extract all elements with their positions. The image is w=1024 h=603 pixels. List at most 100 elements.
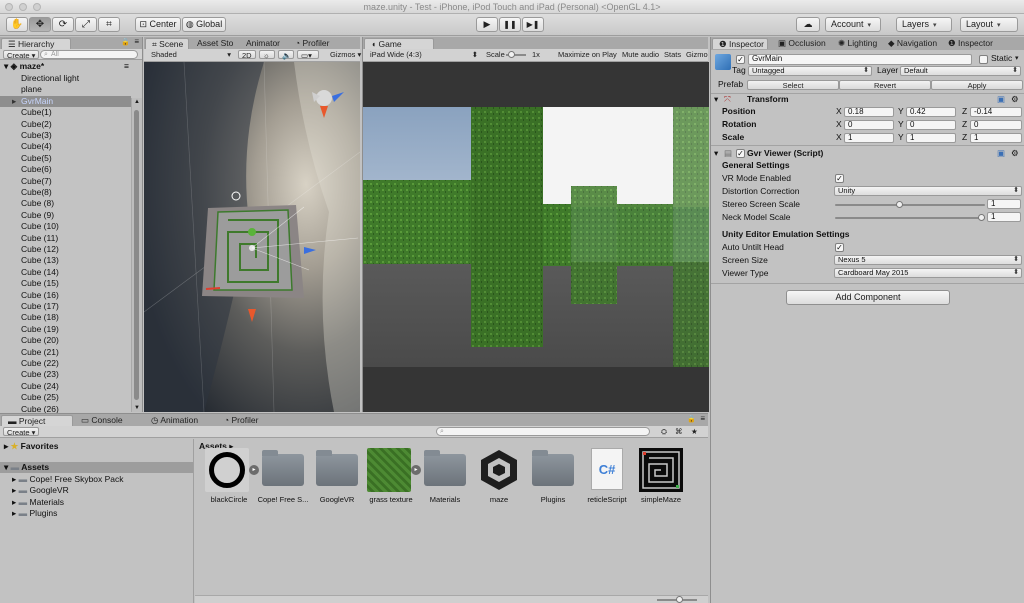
hierarchy-item[interactable]: Cube (18): [0, 312, 131, 323]
shading-mode-dropdown[interactable]: Shaded ▾: [148, 50, 232, 59]
tab-profiler[interactable]: ◔ Profiler: [289, 38, 335, 49]
tab-lighting[interactable]: ✺ Lighting: [832, 38, 883, 49]
hierarchy-item[interactable]: Cube (20): [0, 335, 131, 346]
layers-dropdown[interactable]: Layers ▾: [896, 17, 952, 32]
zoom-window-button[interactable]: [33, 3, 41, 11]
hierarchy-item[interactable]: Cube (10): [0, 221, 131, 232]
game-viewport[interactable]: [363, 62, 709, 412]
hierarchy-item[interactable]: Cube (19): [0, 324, 131, 335]
tree-folder-item[interactable]: ▸ ▬ Plugins: [12, 508, 57, 519]
chevron-down-icon[interactable]: ▾: [1015, 54, 1019, 62]
scale-slider-knob[interactable]: [508, 51, 515, 58]
2d-mode-toggle[interactable]: 2D: [238, 50, 256, 60]
gear-icon[interactable]: ⚙: [1011, 94, 1019, 105]
tree-folder-item[interactable]: ▸ ▬ GoogleVR: [12, 485, 69, 496]
tree-folder-item[interactable]: ▸ ▬ Cope! Free Skybox Pack: [12, 474, 124, 485]
position-z-field[interactable]: -0.14: [970, 107, 1022, 117]
layout-dropdown[interactable]: Layout ▾: [960, 17, 1018, 32]
scale-x-field[interactable]: 1: [844, 133, 894, 143]
prefab-apply-button[interactable]: Apply: [931, 80, 1023, 90]
hierarchy-item[interactable]: Cube (13): [0, 255, 131, 266]
hierarchy-item[interactable]: Cube (22): [0, 358, 131, 369]
pivot-center-toggle[interactable]: ⊡ Center: [135, 17, 181, 32]
hierarchy-item[interactable]: Cube (12): [0, 244, 131, 255]
neck-scale-slider[interactable]: [835, 217, 985, 219]
object-name-field[interactable]: GvrMain: [748, 54, 972, 65]
distortion-dropdown[interactable]: Unity: [834, 186, 1022, 196]
position-x-field[interactable]: 0.18: [844, 107, 894, 117]
scale-y-field[interactable]: 1: [906, 133, 956, 143]
close-window-button[interactable]: [5, 3, 13, 11]
favorites-row[interactable]: ▸ ★ Favorites: [4, 441, 58, 452]
position-y-field[interactable]: 0.42: [906, 107, 956, 117]
stereo-scale-slider[interactable]: [835, 204, 985, 206]
filter-by-label-icon[interactable]: ⌘: [672, 427, 686, 436]
stats-toggle[interactable]: Stats: [661, 50, 684, 59]
scroll-down-icon[interactable]: ▼: [134, 405, 140, 411]
panel-menu-icon[interactable]: ≡: [700, 414, 705, 423]
rotation-z-field[interactable]: 0: [970, 120, 1022, 130]
gvr-viewer-enabled-checkbox[interactable]: ✓: [736, 149, 745, 158]
hierarchy-item[interactable]: Cube (16): [0, 290, 131, 301]
hierarchy-item[interactable]: Cube(6): [0, 164, 131, 175]
hierarchy-item[interactable]: Cube(4): [0, 141, 131, 152]
neck-scale-slider-knob[interactable]: [978, 214, 985, 221]
hierarchy-item[interactable]: Cube(3): [0, 130, 131, 141]
hierarchy-item[interactable]: Cube (15): [0, 278, 131, 289]
asset-item[interactable]: ▸ grass texture: [365, 448, 421, 506]
tab-occlusion[interactable]: ▣ Occlusion: [772, 38, 832, 49]
hierarchy-item[interactable]: Cube (23): [0, 369, 131, 380]
hierarchy-item[interactable]: Cube (8): [0, 198, 131, 209]
viewer-type-dropdown[interactable]: Cardboard May 2015: [834, 268, 1022, 278]
hierarchy-create-button[interactable]: Create ▾: [3, 50, 40, 60]
hierarchy-item[interactable]: Cube (24): [0, 381, 131, 392]
tab-inspector[interactable]: ❶ Inspector: [712, 38, 768, 49]
hierarchy-item[interactable]: Cube (17): [0, 301, 131, 312]
tab-hierarchy[interactable]: ☰ Hierarchy: [1, 38, 71, 49]
rotation-y-field[interactable]: 0: [906, 120, 956, 130]
favorite-star-icon[interactable]: ★: [688, 427, 701, 436]
hierarchy-item[interactable]: Cube(7): [0, 176, 131, 187]
tab-scene[interactable]: ⌗ Scene: [145, 38, 189, 49]
hierarchy-item[interactable]: Cube (14): [0, 267, 131, 278]
asset-item[interactable]: Cope! Free S...: [257, 448, 309, 506]
icon-size-slider-knob[interactable]: [676, 596, 683, 603]
help-book-icon[interactable]: ▣: [997, 94, 1005, 105]
asset-item[interactable]: simpleMaze: [635, 448, 687, 506]
collapse-arrow-icon[interactable]: ▾: [714, 94, 718, 105]
lock-icon[interactable]: 🔒: [687, 415, 696, 423]
pivot-global-toggle[interactable]: ◍ Global: [182, 17, 226, 32]
tree-folder-item[interactable]: ▸ ▬ Materials: [12, 497, 64, 508]
assets-row[interactable]: ▾ ▬ Assets: [0, 462, 193, 473]
rect-tool-icon[interactable]: ⌗: [98, 17, 120, 32]
static-checkbox[interactable]: [979, 55, 988, 64]
move-tool-icon[interactable]: ✥: [29, 17, 51, 32]
play-button[interactable]: ▶: [476, 17, 498, 32]
help-book-icon[interactable]: ▣: [997, 148, 1005, 159]
prefab-select-button[interactable]: Select: [747, 80, 839, 90]
scene-lighting-toggle[interactable]: ☼: [259, 50, 275, 60]
cloud-button[interactable]: ☁: [796, 17, 820, 32]
scrollbar-thumb[interactable]: [134, 110, 139, 400]
hierarchy-scrollbar[interactable]: ▲ ▼: [131, 98, 142, 412]
scroll-up-icon[interactable]: ▲: [134, 99, 140, 105]
tab-console[interactable]: ▭ Console: [75, 415, 129, 426]
scene-menu-icon[interactable]: ≡: [124, 61, 129, 72]
mute-audio-toggle[interactable]: Mute audio: [619, 50, 662, 59]
tab-profiler-bottom[interactable]: ◔ Profiler: [218, 415, 264, 426]
scene-root-row[interactable]: ▾ ◈ maze* ≡: [0, 61, 131, 72]
asset-item[interactable]: maze: [473, 448, 525, 506]
asset-item[interactable]: Plugins: [527, 448, 579, 506]
rotate-tool-icon[interactable]: ⟳: [52, 17, 74, 32]
add-component-button[interactable]: Add Component: [786, 290, 950, 305]
hierarchy-search-input[interactable]: ⌕ All: [40, 50, 138, 59]
lock-icon[interactable]: 🔒: [121, 38, 130, 46]
scale-tool-icon[interactable]: ⤢: [75, 17, 97, 32]
hierarchy-item[interactable]: Cube(5): [0, 153, 131, 164]
hierarchy-item[interactable]: Cube (21): [0, 347, 131, 358]
tab-asset-store[interactable]: Asset Sto: [191, 38, 239, 49]
gear-icon[interactable]: ⚙: [1011, 148, 1019, 159]
stereo-scale-slider-knob[interactable]: [895, 201, 903, 208]
pause-button[interactable]: ❚❚: [499, 17, 521, 32]
hierarchy-item[interactable]: ▸ GvrMain: [0, 95, 131, 108]
